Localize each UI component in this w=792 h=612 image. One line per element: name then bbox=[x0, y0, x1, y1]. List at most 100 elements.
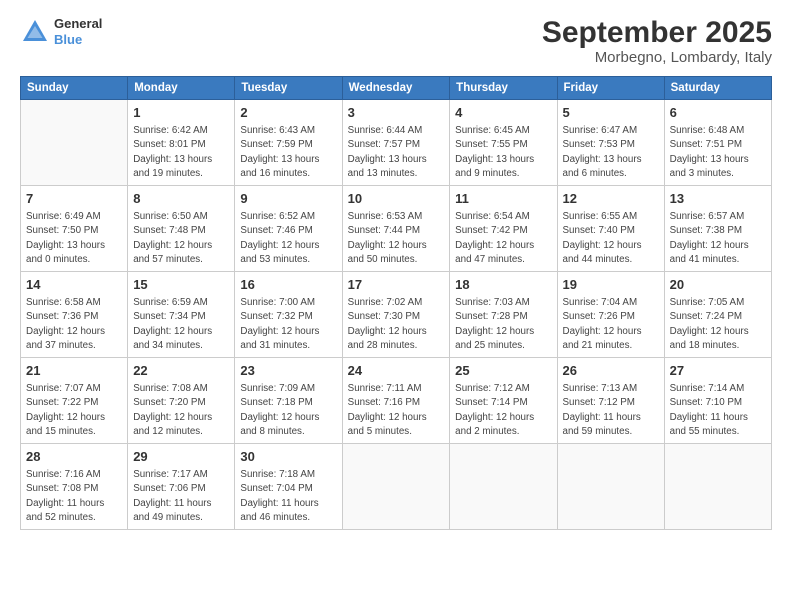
week-row-1: 1 Sunrise: 6:42 AM Sunset: 8:01 PM Daylig… bbox=[21, 100, 772, 186]
calendar-cell: 23 Sunrise: 7:09 AM Sunset: 7:18 PM Dayli… bbox=[235, 358, 342, 444]
day-info: Sunrise: 6:50 AM Sunset: 7:48 PM Dayligh… bbox=[133, 210, 229, 267]
logo: General Blue bbox=[20, 16, 102, 47]
day-number: 7 bbox=[26, 190, 122, 208]
calendar-cell: 13 Sunrise: 6:57 AM Sunset: 7:38 PM Dayli… bbox=[664, 186, 771, 272]
day-number: 8 bbox=[133, 190, 229, 208]
day-info: Sunrise: 6:49 AM Sunset: 7:50 PM Dayligh… bbox=[26, 210, 122, 267]
calendar-cell: 26Sunrise: 7:13 AM Sunset: 7:12 PM Dayli… bbox=[557, 358, 664, 444]
calendar-cell: 4 Sunrise: 6:45 AM Sunset: 7:55 PM Daylig… bbox=[450, 100, 557, 186]
day-number: 24 bbox=[348, 362, 445, 380]
day-number: 29 bbox=[133, 448, 229, 466]
calendar-cell: 24 Sunrise: 7:11 AM Sunset: 7:16 PM Dayli… bbox=[342, 358, 450, 444]
calendar-cell: 25Sunrise: 7:12 AM Sunset: 7:14 PM Dayli… bbox=[450, 358, 557, 444]
day-number: 5 bbox=[563, 104, 659, 122]
day-info: Sunrise: 6:44 AM Sunset: 7:57 PM Dayligh… bbox=[348, 124, 445, 181]
day-number: 20 bbox=[670, 276, 766, 294]
day-info: Sunrise: 6:58 AM Sunset: 7:36 PM Dayligh… bbox=[26, 296, 122, 353]
day-number: 12 bbox=[563, 190, 659, 208]
calendar-cell: 10Sunrise: 6:53 AM Sunset: 7:44 PM Dayli… bbox=[342, 186, 450, 272]
day-number: 13 bbox=[670, 190, 766, 208]
logo-text: General Blue bbox=[54, 16, 102, 47]
day-number: 16 bbox=[240, 276, 336, 294]
calendar-cell: 6Sunrise: 6:48 AM Sunset: 7:51 PM Daylig… bbox=[664, 100, 771, 186]
calendar-cell: 30 Sunrise: 7:18 AM Sunset: 7:04 PM Dayli… bbox=[235, 444, 342, 530]
day-info: Sunrise: 7:05 AM Sunset: 7:24 PM Dayligh… bbox=[670, 296, 766, 353]
calendar-cell: 1 Sunrise: 6:42 AM Sunset: 8:01 PM Daylig… bbox=[128, 100, 235, 186]
calendar-cell: 14 Sunrise: 6:58 AM Sunset: 7:36 PM Dayli… bbox=[21, 272, 128, 358]
calendar-cell: 22 Sunrise: 7:08 AM Sunset: 7:20 PM Dayli… bbox=[128, 358, 235, 444]
logo-line2: Blue bbox=[54, 32, 102, 48]
day-of-week-monday: Monday bbox=[128, 77, 235, 100]
day-of-week-saturday: Saturday bbox=[664, 77, 771, 100]
day-number: 17 bbox=[348, 276, 445, 294]
day-info: Sunrise: 6:53 AM Sunset: 7:44 PM Dayligh… bbox=[348, 210, 445, 267]
calendar-cell: 3 Sunrise: 6:44 AM Sunset: 7:57 PM Daylig… bbox=[342, 100, 450, 186]
location-subtitle: Morbegno, Lombardy, Italy bbox=[542, 49, 772, 66]
calendar-cell bbox=[21, 100, 128, 186]
calendar-cell: 2 Sunrise: 6:43 AM Sunset: 7:59 PM Daylig… bbox=[235, 100, 342, 186]
day-number: 21 bbox=[26, 362, 122, 380]
day-number: 4 bbox=[455, 104, 551, 122]
page: General Blue September 2025 Morbegno, Lo… bbox=[0, 0, 792, 612]
calendar-body: 1 Sunrise: 6:42 AM Sunset: 8:01 PM Daylig… bbox=[21, 100, 772, 530]
calendar-cell: 17Sunrise: 7:02 AM Sunset: 7:30 PM Dayli… bbox=[342, 272, 450, 358]
day-number: 28 bbox=[26, 448, 122, 466]
calendar-table: SundayMondayTuesdayWednesdayThursdayFrid… bbox=[20, 76, 772, 530]
day-number: 2 bbox=[240, 104, 336, 122]
day-info: Sunrise: 6:57 AM Sunset: 7:38 PM Dayligh… bbox=[670, 210, 766, 267]
day-info: Sunrise: 6:59 AM Sunset: 7:34 PM Dayligh… bbox=[133, 296, 229, 353]
day-info: Sunrise: 7:07 AM Sunset: 7:22 PM Dayligh… bbox=[26, 382, 122, 439]
day-number: 6 bbox=[670, 104, 766, 122]
day-number: 1 bbox=[133, 104, 229, 122]
logo-line1: General bbox=[54, 16, 102, 32]
day-of-week-thursday: Thursday bbox=[450, 77, 557, 100]
day-info: Sunrise: 7:00 AM Sunset: 7:32 PM Dayligh… bbox=[240, 296, 336, 353]
day-info: Sunrise: 7:16 AM Sunset: 7:08 PM Dayligh… bbox=[26, 468, 122, 525]
day-of-week-wednesday: Wednesday bbox=[342, 77, 450, 100]
calendar-cell: 19 Sunrise: 7:04 AM Sunset: 7:26 PM Dayli… bbox=[557, 272, 664, 358]
day-info: Sunrise: 7:18 AM Sunset: 7:04 PM Dayligh… bbox=[240, 468, 336, 525]
day-number: 26 bbox=[563, 362, 659, 380]
calendar-cell: 28 Sunrise: 7:16 AM Sunset: 7:08 PM Dayli… bbox=[21, 444, 128, 530]
day-of-week-tuesday: Tuesday bbox=[235, 77, 342, 100]
day-info: Sunrise: 7:11 AM Sunset: 7:16 PM Dayligh… bbox=[348, 382, 445, 439]
week-row-5: 28 Sunrise: 7:16 AM Sunset: 7:08 PM Dayli… bbox=[21, 444, 772, 530]
calendar-cell bbox=[342, 444, 450, 530]
calendar-cell: 11Sunrise: 6:54 AM Sunset: 7:42 PM Dayli… bbox=[450, 186, 557, 272]
title-block: September 2025 Morbegno, Lombardy, Italy bbox=[542, 16, 772, 66]
day-info: Sunrise: 6:54 AM Sunset: 7:42 PM Dayligh… bbox=[455, 210, 551, 267]
week-row-4: 21 Sunrise: 7:07 AM Sunset: 7:22 PM Dayli… bbox=[21, 358, 772, 444]
day-info: Sunrise: 6:43 AM Sunset: 7:59 PM Dayligh… bbox=[240, 124, 336, 181]
day-info: Sunrise: 7:09 AM Sunset: 7:18 PM Dayligh… bbox=[240, 382, 336, 439]
calendar-cell: 8 Sunrise: 6:50 AM Sunset: 7:48 PM Daylig… bbox=[128, 186, 235, 272]
day-info: Sunrise: 7:08 AM Sunset: 7:20 PM Dayligh… bbox=[133, 382, 229, 439]
calendar-cell: 21 Sunrise: 7:07 AM Sunset: 7:22 PM Dayli… bbox=[21, 358, 128, 444]
day-number: 14 bbox=[26, 276, 122, 294]
calendar-cell: 16 Sunrise: 7:00 AM Sunset: 7:32 PM Dayli… bbox=[235, 272, 342, 358]
calendar-cell: 7 Sunrise: 6:49 AM Sunset: 7:50 PM Daylig… bbox=[21, 186, 128, 272]
day-number: 19 bbox=[563, 276, 659, 294]
day-number: 30 bbox=[240, 448, 336, 466]
day-number: 22 bbox=[133, 362, 229, 380]
day-info: Sunrise: 6:45 AM Sunset: 7:55 PM Dayligh… bbox=[455, 124, 551, 181]
calendar-cell bbox=[557, 444, 664, 530]
day-info: Sunrise: 6:55 AM Sunset: 7:40 PM Dayligh… bbox=[563, 210, 659, 267]
day-info: Sunrise: 6:42 AM Sunset: 8:01 PM Dayligh… bbox=[133, 124, 229, 181]
calendar-cell: 9Sunrise: 6:52 AM Sunset: 7:46 PM Daylig… bbox=[235, 186, 342, 272]
calendar-cell: 20 Sunrise: 7:05 AM Sunset: 7:24 PM Dayli… bbox=[664, 272, 771, 358]
calendar-cell: 29Sunrise: 7:17 AM Sunset: 7:06 PM Dayli… bbox=[128, 444, 235, 530]
header: General Blue September 2025 Morbegno, Lo… bbox=[20, 16, 772, 66]
calendar-cell: 18Sunrise: 7:03 AM Sunset: 7:28 PM Dayli… bbox=[450, 272, 557, 358]
calendar-cell: 27Sunrise: 7:14 AM Sunset: 7:10 PM Dayli… bbox=[664, 358, 771, 444]
day-info: Sunrise: 7:04 AM Sunset: 7:26 PM Dayligh… bbox=[563, 296, 659, 353]
day-number: 3 bbox=[348, 104, 445, 122]
day-info: Sunrise: 6:47 AM Sunset: 7:53 PM Dayligh… bbox=[563, 124, 659, 181]
day-number: 9 bbox=[240, 190, 336, 208]
day-number: 23 bbox=[240, 362, 336, 380]
day-info: Sunrise: 7:14 AM Sunset: 7:10 PM Dayligh… bbox=[670, 382, 766, 439]
week-row-2: 7 Sunrise: 6:49 AM Sunset: 7:50 PM Daylig… bbox=[21, 186, 772, 272]
day-of-week-sunday: Sunday bbox=[21, 77, 128, 100]
week-row-3: 14 Sunrise: 6:58 AM Sunset: 7:36 PM Dayli… bbox=[21, 272, 772, 358]
day-info: Sunrise: 7:03 AM Sunset: 7:28 PM Dayligh… bbox=[455, 296, 551, 353]
day-number: 15 bbox=[133, 276, 229, 294]
